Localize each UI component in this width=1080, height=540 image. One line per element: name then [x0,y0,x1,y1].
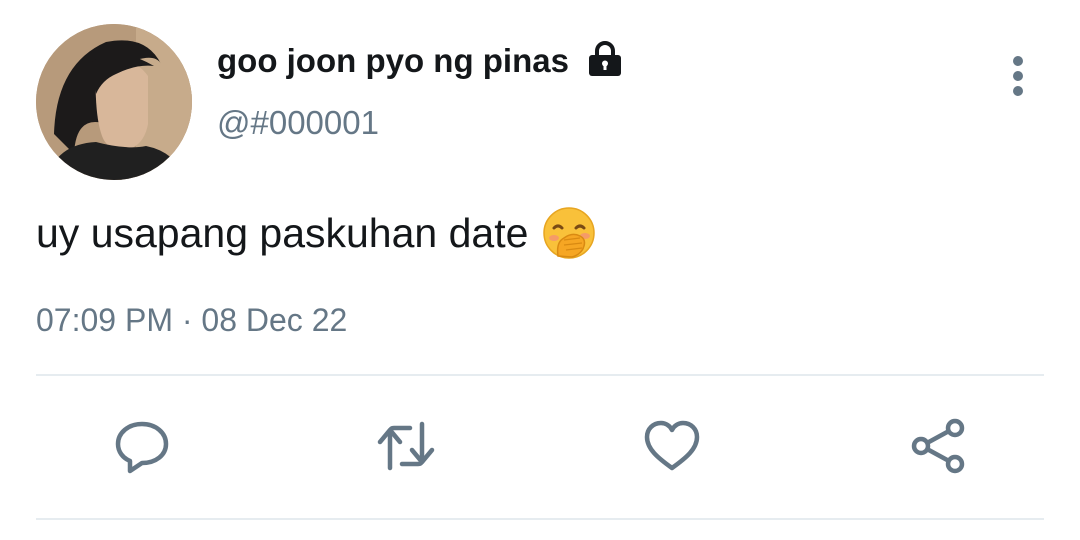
tweet-card: goo joon pyo ng pinas @#000001 uy usapan… [0,0,1080,540]
reply-button[interactable] [110,414,174,478]
more-options-icon[interactable] [1000,52,1036,100]
bottom-divider [36,518,1044,520]
retweet-button[interactable] [374,414,438,478]
tweet-time: 07:09 PM [36,302,173,338]
divider [36,374,1044,376]
tweet-text-content: uy usapang paskuhan date [36,209,529,256]
tweet-date: 08 Dec 22 [201,302,348,338]
avatar[interactable] [36,24,192,180]
heart-icon [644,420,700,471]
share-icon [911,418,965,474]
share-button[interactable] [906,414,970,478]
retweet-icon [377,421,435,471]
avatar-image [36,24,192,180]
lock-icon [586,40,624,78]
speech-bubble-icon [115,421,169,474]
meta-separator: · [181,302,193,338]
tweet-timestamp: 07:09 PM · 08 Dec 22 [36,302,347,339]
tweet-text: uy usapang paskuhan date [36,206,596,260]
hand-over-mouth-emoji-icon [542,206,596,260]
display-name[interactable]: goo joon pyo ng pinas [217,42,569,80]
like-button[interactable] [640,414,704,478]
user-handle[interactable]: @#000001 [217,104,379,142]
